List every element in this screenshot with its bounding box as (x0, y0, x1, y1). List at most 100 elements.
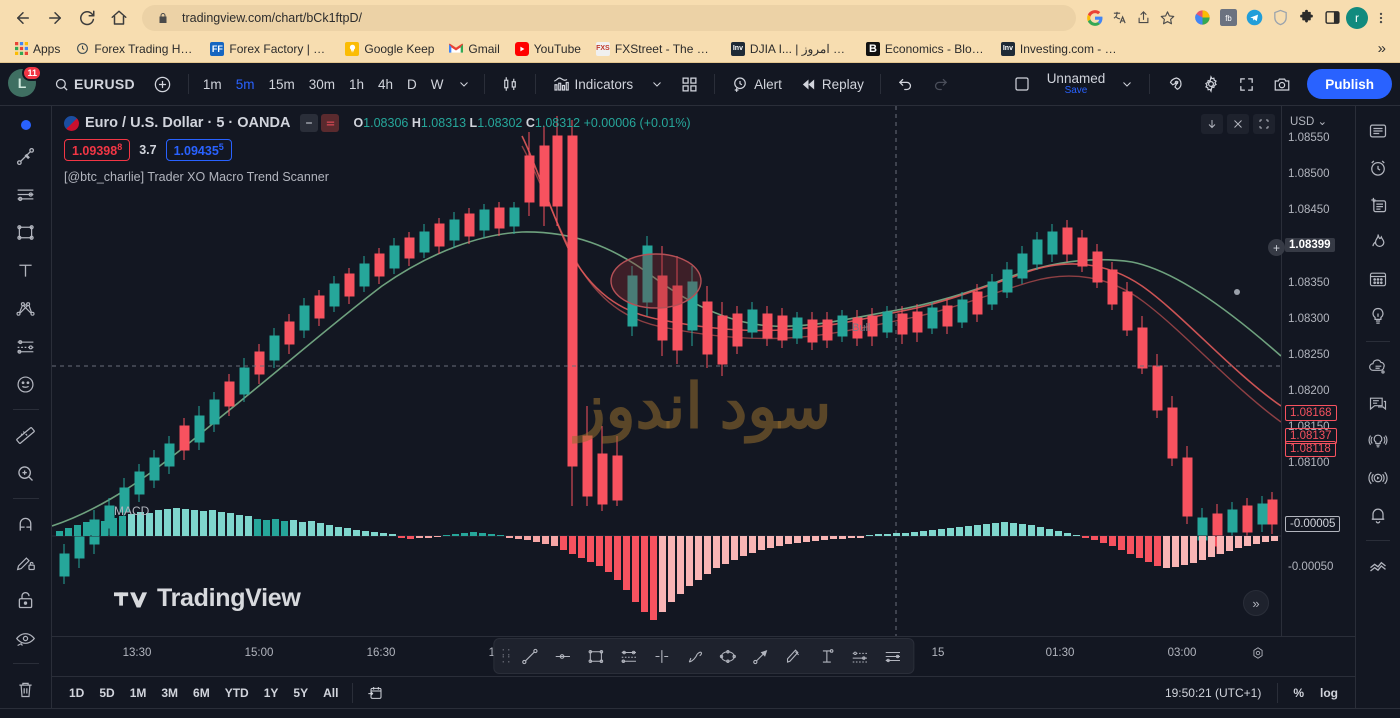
star-icon[interactable] (1156, 7, 1178, 29)
calendar-icon[interactable] (1361, 262, 1395, 296)
trend-line-icon[interactable] (514, 641, 546, 671)
flow-icon[interactable] (1361, 549, 1395, 583)
pitchfork-icon[interactable] (844, 641, 876, 671)
broadcast-icon[interactable] (1361, 461, 1395, 495)
zoom-in-icon[interactable] (8, 455, 44, 491)
kebab-menu-icon[interactable] (1370, 7, 1392, 29)
google-g-icon[interactable] (1084, 7, 1106, 29)
watchlist-icon[interactable] (1361, 114, 1395, 148)
price-axis[interactable]: USD ⌄ 1.08550 1.08500 1.08450 1.08399 + … (1268, 106, 1355, 636)
timeframe-4h[interactable]: 4h (372, 70, 399, 98)
layout-name-button[interactable]: Unnamed Save (1041, 71, 1112, 97)
indicators-button[interactable]: Indicators (544, 69, 642, 99)
price-axis-currency[interactable]: USD ⌄ (1290, 114, 1327, 128)
settings-button[interactable] (1194, 69, 1228, 99)
redo-button[interactable] (924, 69, 957, 99)
range-1m[interactable]: 1M (123, 683, 154, 703)
chart-pane[interactable]: Euro / U.S. Dollar · 5 · OANDA O1.08306 … (52, 106, 1355, 708)
timeframe-1m[interactable]: 1m (197, 70, 228, 98)
horizontal-ray-icon[interactable] (547, 641, 579, 671)
tab-stock-screener[interactable]: Stock Screener (16, 709, 153, 718)
floating-drawing-toolbar[interactable]: ∷ ∷ (492, 638, 915, 674)
notifications-bell-icon[interactable] (1361, 498, 1395, 532)
lines-group-icon[interactable] (877, 641, 909, 671)
auto-fit-icon[interactable] (1253, 114, 1275, 134)
macd-label[interactable]: MACD (114, 504, 149, 518)
expand-panel-button[interactable]: » (1243, 590, 1269, 616)
tab-trading-panel[interactable]: Trading Panel (366, 709, 478, 718)
trend-line-icon[interactable] (8, 138, 44, 174)
bookmark-forex-trading-hours[interactable]: Forex Trading Hour... (69, 40, 201, 58)
puzzle-extension-icon[interactable] (1294, 6, 1318, 30)
layout-select-button[interactable] (1005, 69, 1039, 99)
cursor-dot-icon[interactable] (8, 114, 44, 136)
range-5y[interactable]: 5Y (286, 683, 315, 703)
bookmark-gmail[interactable]: Gmail (443, 40, 505, 58)
translate-icon[interactable] (1108, 7, 1130, 29)
layout-save-label[interactable]: Save (1065, 85, 1088, 97)
horizontal-lines-icon[interactable] (8, 176, 44, 212)
range-6m[interactable]: 6M (186, 683, 217, 703)
snapshot-button[interactable] (1265, 69, 1299, 99)
alerts-clock-icon[interactable] (1361, 151, 1395, 185)
profile-avatar[interactable]: r (1346, 6, 1368, 29)
bookmark-fxstreet[interactable]: FXS FXStreet - The Forei... (590, 40, 722, 58)
magnet-icon[interactable] (8, 506, 44, 542)
scroll-to-latest-icon[interactable] (1201, 114, 1223, 134)
ideas-stream-icon[interactable] (1361, 424, 1395, 458)
log-scale-button[interactable]: log (1313, 683, 1345, 703)
arrow-icon[interactable] (745, 641, 777, 671)
measure-ruler-icon[interactable] (8, 417, 44, 453)
share-icon[interactable] (1132, 7, 1154, 29)
bookmark-djia-investing[interactable]: Inv DJIA I... | داوجونز امروز (725, 40, 857, 58)
public-chat-icon[interactable] (1361, 387, 1395, 421)
time-settings-icon[interactable] (1251, 646, 1265, 660)
fb-extension-icon[interactable]: fb (1216, 6, 1240, 30)
hide-drawings-icon[interactable] (8, 620, 44, 656)
bookmark-google-keep[interactable]: Google Keep (339, 40, 440, 58)
photos-extension-icon[interactable] (1190, 6, 1214, 30)
shield-extension-icon[interactable] (1268, 6, 1292, 30)
sidepanel-icon[interactable] (1320, 6, 1344, 30)
forward-button[interactable] (40, 3, 70, 33)
range-ytd[interactable]: YTD (218, 683, 256, 703)
highlighter-icon[interactable] (778, 641, 810, 671)
timeframe-5m[interactable]: 5m (230, 70, 261, 98)
timeframe-W[interactable]: W (425, 70, 450, 98)
create-alert-plus-icon[interactable]: + (1268, 239, 1285, 256)
data-window-icon[interactable] (1361, 188, 1395, 222)
bookmark-investing-com[interactable]: Inv Investing.com - Sto... (995, 40, 1127, 58)
reset-scale-icon[interactable] (1227, 114, 1249, 134)
maximize-panel-icon[interactable] (1358, 715, 1384, 718)
indicators-more-button[interactable] (643, 69, 671, 99)
drawing-mode-lock-icon[interactable] (8, 544, 44, 580)
layout-chevron-button[interactable] (1113, 69, 1141, 99)
measure-icon[interactable] (811, 641, 843, 671)
reload-button[interactable] (72, 3, 102, 33)
text-icon[interactable] (8, 252, 44, 288)
brush-icon[interactable] (679, 641, 711, 671)
hotlist-icon[interactable] (1361, 225, 1395, 259)
chat-cloud-icon[interactable] (1361, 350, 1395, 384)
drag-grip-icon[interactable]: ∷ ∷ (498, 646, 513, 666)
percent-scale-button[interactable]: % (1286, 683, 1311, 703)
publish-button[interactable]: Publish (1307, 69, 1392, 99)
home-button[interactable] (104, 3, 134, 33)
timeframe-1h[interactable]: 1h (343, 70, 370, 98)
range-3m[interactable]: 3M (154, 683, 185, 703)
fullscreen-button[interactable] (1230, 69, 1263, 99)
crosshair-icon[interactable] (646, 641, 678, 671)
timeframe-15m[interactable]: 15m (262, 70, 300, 98)
telegram-extension-icon[interactable] (1242, 6, 1266, 30)
templates-button[interactable] (673, 69, 706, 99)
back-button[interactable] (8, 3, 38, 33)
goto-date-icon[interactable] (360, 682, 390, 704)
bookmark-forex-factory[interactable]: FF Forex Factory | Fore... (204, 40, 336, 58)
replay-button[interactable]: Replay (792, 69, 872, 99)
rectangle-icon[interactable] (8, 214, 44, 250)
quick-search-button[interactable] (1158, 69, 1192, 99)
remove-drawings-icon[interactable] (8, 671, 44, 707)
range-all[interactable]: All (316, 683, 345, 703)
tab-strategy-tester[interactable]: Strategy Tester (247, 709, 366, 718)
address-bar[interactable]: tradingview.com/chart/bCk1ftpD/ (142, 4, 1076, 31)
